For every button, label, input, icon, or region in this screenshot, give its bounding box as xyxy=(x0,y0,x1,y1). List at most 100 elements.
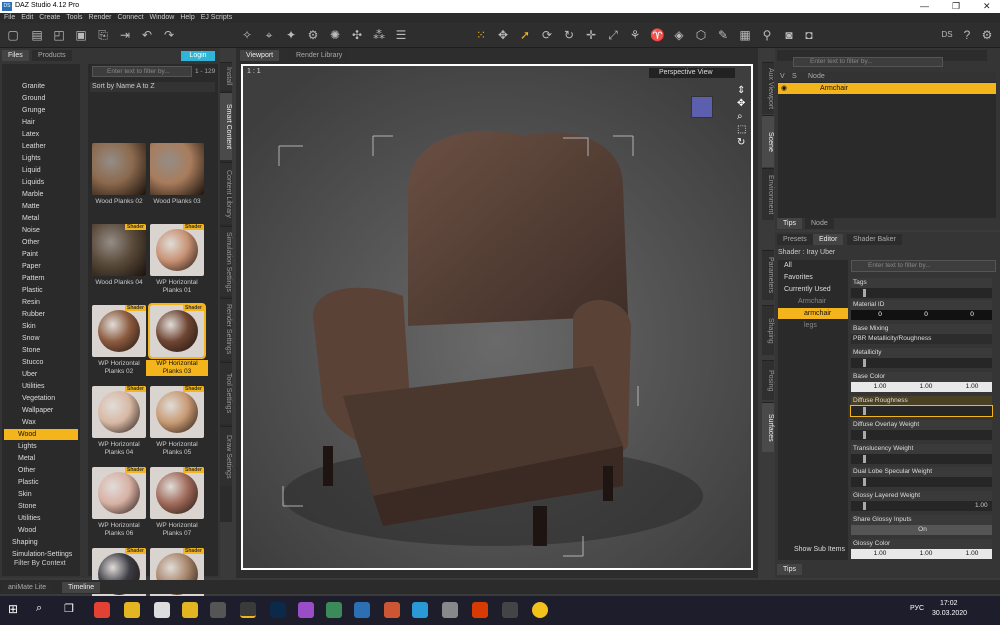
start-icon[interactable]: ⊞ xyxy=(8,602,24,618)
slider-knob[interactable] xyxy=(863,502,866,510)
ds-logo-icon[interactable]: DS xyxy=(940,28,954,42)
app-icon-15[interactable] xyxy=(502,602,518,618)
tab-environment[interactable]: Environment xyxy=(762,168,774,220)
category-lights-30[interactable]: Lights xyxy=(4,441,78,452)
import-icon[interactable]: ⎘ xyxy=(96,28,110,42)
category-granite-0[interactable]: Granite xyxy=(4,81,78,92)
value-field[interactable]: 1.00 xyxy=(957,383,987,390)
category-hair-3[interactable]: Hair xyxy=(4,117,78,128)
tab-aux-viewport[interactable]: Aux Viewport xyxy=(762,62,774,114)
tab-timeline[interactable]: Timeline xyxy=(62,582,101,593)
category-latex-4[interactable]: Latex xyxy=(4,129,78,140)
prop-slider[interactable] xyxy=(851,501,992,511)
category-noise-12[interactable]: Noise xyxy=(4,225,78,236)
asset-tile[interactable] xyxy=(92,143,146,195)
app-icon-11[interactable] xyxy=(384,602,400,618)
photoshop-icon[interactable] xyxy=(270,602,286,618)
rotate-icon[interactable]: ⟳ xyxy=(540,28,554,42)
side-tab-install[interactable]: Install xyxy=(220,62,232,90)
joint-icon[interactable]: ✣ xyxy=(350,28,364,42)
category-grunge-2[interactable]: Grunge xyxy=(4,105,78,116)
category-other-13[interactable]: Other xyxy=(4,237,78,248)
share-glossy-toggle[interactable]: On xyxy=(851,525,992,535)
side-tab-simulation-settings[interactable]: Simulation Settings xyxy=(220,226,232,296)
category-snow-21[interactable]: Snow xyxy=(4,333,78,344)
category-wood-29[interactable]: Wood xyxy=(4,429,78,440)
app-icon-16[interactable] xyxy=(532,602,548,618)
app-icon-12[interactable] xyxy=(412,602,428,618)
asset-tile[interactable]: Shader xyxy=(150,386,204,438)
menu-help[interactable]: Help xyxy=(180,14,194,21)
export-icon[interactable]: ⇥ xyxy=(118,28,132,42)
twist-icon[interactable]: ↻ xyxy=(562,28,576,42)
asset-tile[interactable]: Shader xyxy=(92,386,146,438)
category-wax-28[interactable]: Wax xyxy=(4,417,78,428)
category-liquids-8[interactable]: Liquids xyxy=(4,177,78,188)
tab-parameters[interactable]: Parameters xyxy=(762,250,774,300)
prop-slider[interactable] xyxy=(851,358,992,368)
menu-tools[interactable]: Tools xyxy=(66,14,82,21)
close-button[interactable]: ✕ xyxy=(983,1,991,12)
view-cube-icon[interactable] xyxy=(691,96,713,118)
prop-slider[interactable] xyxy=(851,477,992,487)
tab-files[interactable]: Files xyxy=(2,50,29,61)
category-shaping-38[interactable]: Shaping xyxy=(4,537,78,548)
app-icon-10[interactable] xyxy=(354,602,370,618)
asset-tile[interactable]: Shader xyxy=(150,467,204,519)
category-stone-35[interactable]: Stone xyxy=(4,501,78,512)
morph-icon[interactable]: ♈ xyxy=(650,28,665,42)
geometry-editor-icon[interactable]: ▦ xyxy=(738,28,752,42)
login-button[interactable]: Login xyxy=(181,51,215,61)
prop-values-bc[interactable]: 1.00 1.00 1.00 xyxy=(851,382,992,392)
category-plastic-17[interactable]: Plastic xyxy=(4,285,78,296)
maximize-button[interactable]: ❐ xyxy=(952,1,960,12)
prop-slider[interactable] xyxy=(850,405,993,417)
category-pattern-16[interactable]: Pattern xyxy=(4,273,78,284)
category-wallpaper-27[interactable]: Wallpaper xyxy=(4,405,78,416)
app-icon-9[interactable] xyxy=(326,602,342,618)
spot-render-icon[interactable]: ⌖ xyxy=(262,28,276,42)
region-icon[interactable]: ⁂ xyxy=(372,28,386,42)
value-field[interactable]: 1.00 xyxy=(865,550,895,557)
tab-products[interactable]: Products xyxy=(32,50,72,61)
group-currently-used[interactable]: Currently Used xyxy=(778,284,848,295)
light-icon[interactable]: ✺ xyxy=(328,28,342,42)
asset-tile[interactable]: Shader xyxy=(92,467,146,519)
scene-grid-icon[interactable]: ⁙ xyxy=(474,28,488,42)
value-field[interactable]: 1.00 xyxy=(865,383,895,390)
scene-filter-input[interactable]: Enter text to filter by... xyxy=(793,57,943,67)
prop-values-gc[interactable]: 1.00 1.00 1.00 xyxy=(851,549,992,559)
minimize-button[interactable]: — xyxy=(920,1,929,11)
language-indicator[interactable]: РУС xyxy=(910,605,924,612)
tab-surfaces[interactable]: Surfaces xyxy=(762,402,774,452)
tab-render-library[interactable]: Render Library xyxy=(290,50,349,61)
slider-knob[interactable] xyxy=(863,478,866,486)
camera-icon[interactable]: ◘ xyxy=(802,28,816,42)
category-skin-20[interactable]: Skin xyxy=(4,321,78,332)
chrome-icon[interactable] xyxy=(94,602,110,618)
prop-values-mid[interactable]: 0 0 0 xyxy=(851,310,992,320)
category-liquid-7[interactable]: Liquid xyxy=(4,165,78,176)
category-resin-18[interactable]: Resin xyxy=(4,297,78,308)
value-field[interactable]: 0 xyxy=(957,311,987,318)
camera-dropdown[interactable]: Perspective View xyxy=(649,68,735,78)
category-paint-14[interactable]: Paint xyxy=(4,249,78,260)
app-icon-3[interactable] xyxy=(154,602,170,618)
menu-connect[interactable]: Connect xyxy=(117,14,143,21)
task-view-icon[interactable]: ❐ xyxy=(64,602,80,618)
app-icon-13[interactable] xyxy=(442,602,458,618)
prop-slider[interactable] xyxy=(851,430,992,440)
tab-tips[interactable]: Tips xyxy=(777,218,802,229)
new-icon[interactable]: ▢ xyxy=(6,28,20,42)
value-field[interactable]: 1.00 xyxy=(911,550,941,557)
category-metal-31[interactable]: Metal xyxy=(4,453,78,464)
asset-tile[interactable]: Shader xyxy=(92,305,146,357)
asset-tile[interactable]: Shader xyxy=(92,224,146,276)
slider-knob[interactable] xyxy=(863,431,866,439)
category-stucco-23[interactable]: Stucco xyxy=(4,357,78,368)
office-icon[interactable] xyxy=(472,602,488,618)
prop-slider[interactable] xyxy=(851,454,992,464)
prop-slider[interactable] xyxy=(851,288,992,298)
scene-node-row[interactable]: ◉ Armchair xyxy=(778,83,996,94)
tab-shader-baker[interactable]: Shader Baker xyxy=(847,234,902,245)
